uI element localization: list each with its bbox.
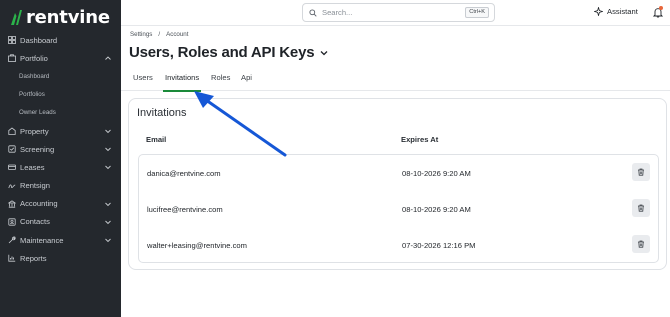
tab-bar: Users Invitations Roles Api — [121, 68, 670, 92]
invitation-email: lucifree@rentvine.com — [147, 205, 223, 214]
chevron-down-icon[interactable] — [104, 236, 112, 244]
sidebar-item-label: Portfolio — [20, 53, 48, 63]
breadcrumb: Settings / Account — [130, 31, 188, 38]
chevron-up-icon[interactable] — [104, 54, 112, 62]
sidebar-item-label: Accounting — [20, 199, 58, 209]
sidebar-item-label: Maintenance — [20, 235, 64, 245]
trash-icon — [638, 168, 644, 176]
table-row: lucifree@rentvine.com 08-10-2026 9:20 AM — [139, 191, 658, 227]
sidebar-item-portfolio[interactable]: Portfolio — [0, 49, 121, 67]
breadcrumb-separator: / — [158, 31, 161, 38]
delete-invitation-button[interactable] — [632, 235, 650, 253]
sparkle-icon — [594, 7, 603, 16]
reports-icon — [7, 254, 16, 263]
brand-name: rentvine — [26, 6, 110, 28]
tab-api[interactable]: Api — [241, 73, 252, 91]
maintenance-icon — [7, 236, 16, 245]
sidebar-item-label: Dashboard — [20, 35, 58, 45]
sidebar-item-label: Property — [20, 126, 49, 136]
chevron-down-icon[interactable] — [319, 48, 329, 58]
rentsign-icon — [7, 181, 16, 190]
sidebar-item-dashboard[interactable]: Dashboard — [0, 31, 121, 49]
page-title-text: Users, Roles and API Keys — [129, 44, 315, 61]
portfolio-icon — [7, 54, 16, 63]
sidebar-item-property[interactable]: Property — [0, 122, 121, 140]
search-input[interactable]: Search... Ctrl+K — [302, 3, 495, 22]
invitations-card: Invitations Email Expires At danica@rent… — [128, 98, 667, 270]
sidebar-item-label: Screening — [20, 144, 55, 154]
rentvine-logo-icon — [11, 10, 22, 25]
invitation-expires: 07-30-2026 12:16 PM — [402, 241, 476, 250]
sidebar-item-leases[interactable]: Leases — [0, 158, 121, 176]
column-header-email: Email — [146, 135, 167, 144]
breadcrumb-account[interactable]: Account — [166, 31, 188, 38]
dashboard-icon — [7, 36, 16, 45]
sidebar-item-label: Contacts — [20, 217, 50, 227]
trash-icon — [638, 204, 644, 212]
sidebar-item-label: Reports — [20, 253, 47, 263]
table-row: danica@rentvine.com 08-10-2026 9:20 AM — [139, 155, 658, 191]
chevron-down-icon[interactable] — [104, 200, 112, 208]
accounting-icon — [7, 199, 16, 208]
sidebar-subitem-dashboard[interactable]: Dashboard — [0, 67, 121, 85]
sidebar-item-label: Leases — [20, 162, 45, 172]
notification-dot — [659, 6, 663, 10]
page-title[interactable]: Users, Roles and API Keys — [129, 44, 329, 61]
table-row: walter+leasing@rentvine.com 07-30-2026 1… — [139, 227, 658, 263]
chevron-down-icon[interactable] — [104, 218, 112, 226]
chevron-down-icon[interactable] — [104, 163, 112, 171]
chevron-down-icon[interactable] — [104, 127, 112, 135]
invitation-email: danica@rentvine.com — [147, 169, 221, 178]
property-icon — [7, 127, 16, 136]
delete-invitation-button[interactable] — [632, 163, 650, 181]
contacts-icon — [7, 217, 16, 226]
brand-logo[interactable]: rentvine — [9, 6, 110, 28]
search-placeholder: Search... — [322, 8, 353, 17]
column-header-expires-at: Expires At — [401, 135, 439, 144]
sidebar-item-maintenance[interactable]: Maintenance — [0, 231, 121, 249]
sidebar-item-rentsign[interactable]: Rentsign — [0, 177, 121, 195]
invitation-email: walter+leasing@rentvine.com — [147, 241, 247, 250]
sidebar-item-screening[interactable]: Screening — [0, 140, 121, 158]
assistant-label: Assistant — [607, 7, 638, 16]
assistant-button[interactable]: Assistant — [594, 7, 638, 16]
search-icon — [309, 8, 317, 17]
trash-icon — [638, 240, 644, 248]
tab-invitations[interactable]: Invitations — [162, 73, 202, 92]
sidebar-item-accounting[interactable]: Accounting — [0, 195, 121, 213]
keyboard-shortcut-badge: Ctrl+K — [465, 7, 489, 18]
invitations-title: Invitations — [137, 107, 187, 119]
sidebar-subitem-portfolios[interactable]: Portfolios — [0, 86, 121, 104]
chevron-down-icon[interactable] — [104, 145, 112, 153]
invitations-table: danica@rentvine.com 08-10-2026 9:20 AM l… — [138, 154, 659, 263]
leases-icon — [7, 163, 16, 172]
invitation-expires: 08-10-2026 9:20 AM — [402, 169, 471, 178]
app-window: rentvine Dashboard Portfolio Dashboard P… — [0, 0, 670, 317]
sidebar-item-label: Rentsign — [20, 181, 50, 191]
tab-users[interactable]: Users — [133, 73, 153, 91]
sidebar-item-contacts[interactable]: Contacts — [0, 213, 121, 231]
sidebar-subitem-owner-leads[interactable]: Owner Leads — [0, 104, 121, 122]
sidebar: rentvine Dashboard Portfolio Dashboard P… — [0, 0, 121, 317]
breadcrumb-settings[interactable]: Settings — [130, 31, 152, 38]
delete-invitation-button[interactable] — [632, 199, 650, 217]
sidebar-nav: Dashboard Portfolio Dashboard Portfolios… — [0, 31, 121, 267]
tab-roles[interactable]: Roles — [211, 73, 230, 91]
sidebar-item-reports[interactable]: Reports — [0, 249, 121, 267]
top-bar: Search... Ctrl+K Assistant — [121, 0, 670, 26]
invitation-expires: 08-10-2026 9:20 AM — [402, 205, 471, 214]
screening-icon — [7, 145, 16, 154]
